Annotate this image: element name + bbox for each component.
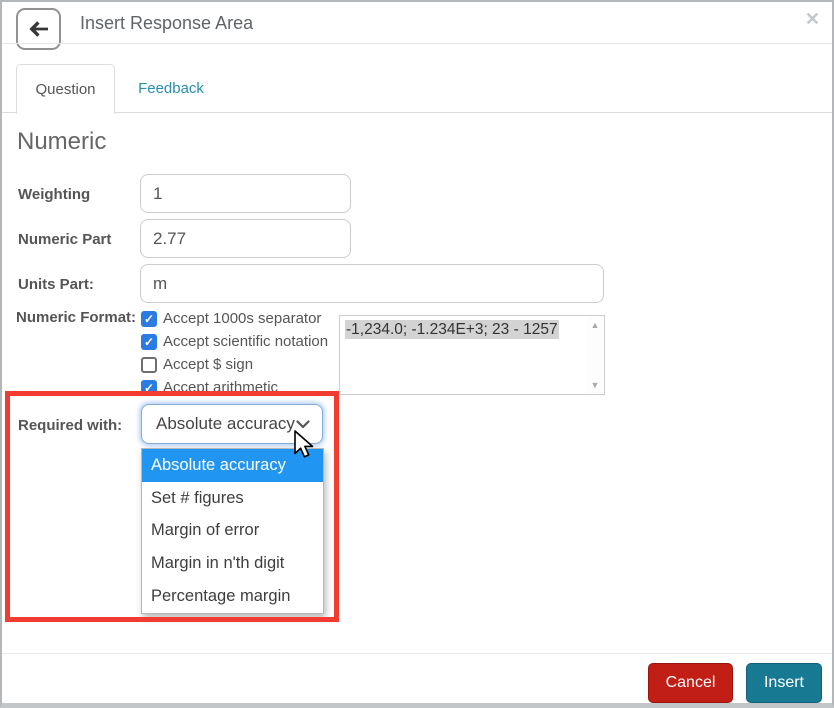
tab-bar-divider xyxy=(2,112,832,113)
scroll-down-arrow-icon[interactable]: ▼ xyxy=(591,377,600,393)
required-with-select[interactable]: Absolute accuracy xyxy=(141,404,323,444)
weighting-label: Weighting xyxy=(18,186,91,203)
section-title: Numeric xyxy=(17,128,107,155)
checkbox-checked-icon[interactable]: ✓ xyxy=(141,310,157,327)
insert-response-area-dialog: Insert Response Area ✕ Question Feedback… xyxy=(0,0,834,708)
format-option-row[interactable]: ✓ Accept scientific notation xyxy=(141,330,328,353)
close-icon[interactable]: ✕ xyxy=(805,9,820,30)
footer-divider xyxy=(2,653,832,654)
back-arrow-icon xyxy=(27,17,51,41)
dialog-surface: Insert Response Area ✕ Question Feedback… xyxy=(0,0,834,708)
units-part-label: Units Part: xyxy=(18,276,94,293)
required-with-selected-value: Absolute accuracy xyxy=(156,414,295,433)
format-example-text: -1,234.0; -1.234E+3; 23 - 1257 xyxy=(345,320,559,339)
selected-example-text: -1,234.0; -1.234E+3; 23 - 1257 xyxy=(345,320,559,339)
required-with-dropdown-list: Absolute accuracy Set # figures Margin of … xyxy=(141,448,324,614)
format-example-box[interactable]: -1,234.0; -1.234E+3; 23 - 1257 ▲ ▼ xyxy=(339,315,605,395)
numeric-format-options: ✓ Accept 1000s separator ✓ Accept scientifi… xyxy=(141,307,328,399)
weighting-input[interactable] xyxy=(140,174,351,213)
numeric-part-label: Numeric Part xyxy=(18,231,112,248)
header-divider xyxy=(2,43,832,44)
format-option-label: Accept arithmetic xyxy=(163,379,279,396)
numeric-part-input[interactable] xyxy=(140,219,351,258)
format-option-label: Accept scientific notation xyxy=(163,333,329,350)
format-option-row[interactable]: Accept $ sign xyxy=(141,353,328,376)
required-with-label: Required with: xyxy=(18,417,123,434)
cancel-button[interactable]: Cancel xyxy=(648,663,733,703)
numeric-format-label: Numeric Format: xyxy=(16,309,137,326)
format-option-row[interactable]: ✓ Accept 1000s separator xyxy=(141,307,328,330)
checkbox-checked-icon[interactable]: ✓ xyxy=(141,333,157,350)
format-option-label: Accept $ sign xyxy=(163,356,254,373)
example-scrollbar[interactable]: ▲ ▼ xyxy=(587,317,603,393)
dropdown-option[interactable]: Percentage margin xyxy=(142,580,323,613)
checkbox-checked-icon[interactable]: ✓ xyxy=(141,379,157,396)
dropdown-option[interactable]: Set # figures xyxy=(142,482,323,515)
dialog-title: Insert Response Area xyxy=(80,13,254,33)
format-option-row[interactable]: ✓ Accept arithmetic xyxy=(141,376,328,399)
dropdown-option[interactable]: Absolute accuracy xyxy=(142,449,323,482)
dropdown-option[interactable]: Margin in n'th digit xyxy=(142,547,323,580)
scroll-up-arrow-icon[interactable]: ▲ xyxy=(591,317,600,333)
dropdown-option[interactable]: Margin of error xyxy=(142,515,323,548)
units-part-input[interactable] xyxy=(140,264,604,303)
tab-feedback[interactable]: Feedback xyxy=(114,64,228,112)
chevron-down-icon xyxy=(296,419,310,429)
insert-button[interactable]: Insert xyxy=(746,663,822,703)
format-option-label: Accept 1000s separator xyxy=(163,310,322,327)
tab-question[interactable]: Question xyxy=(16,64,115,114)
checkbox-unchecked-icon[interactable] xyxy=(141,356,157,373)
